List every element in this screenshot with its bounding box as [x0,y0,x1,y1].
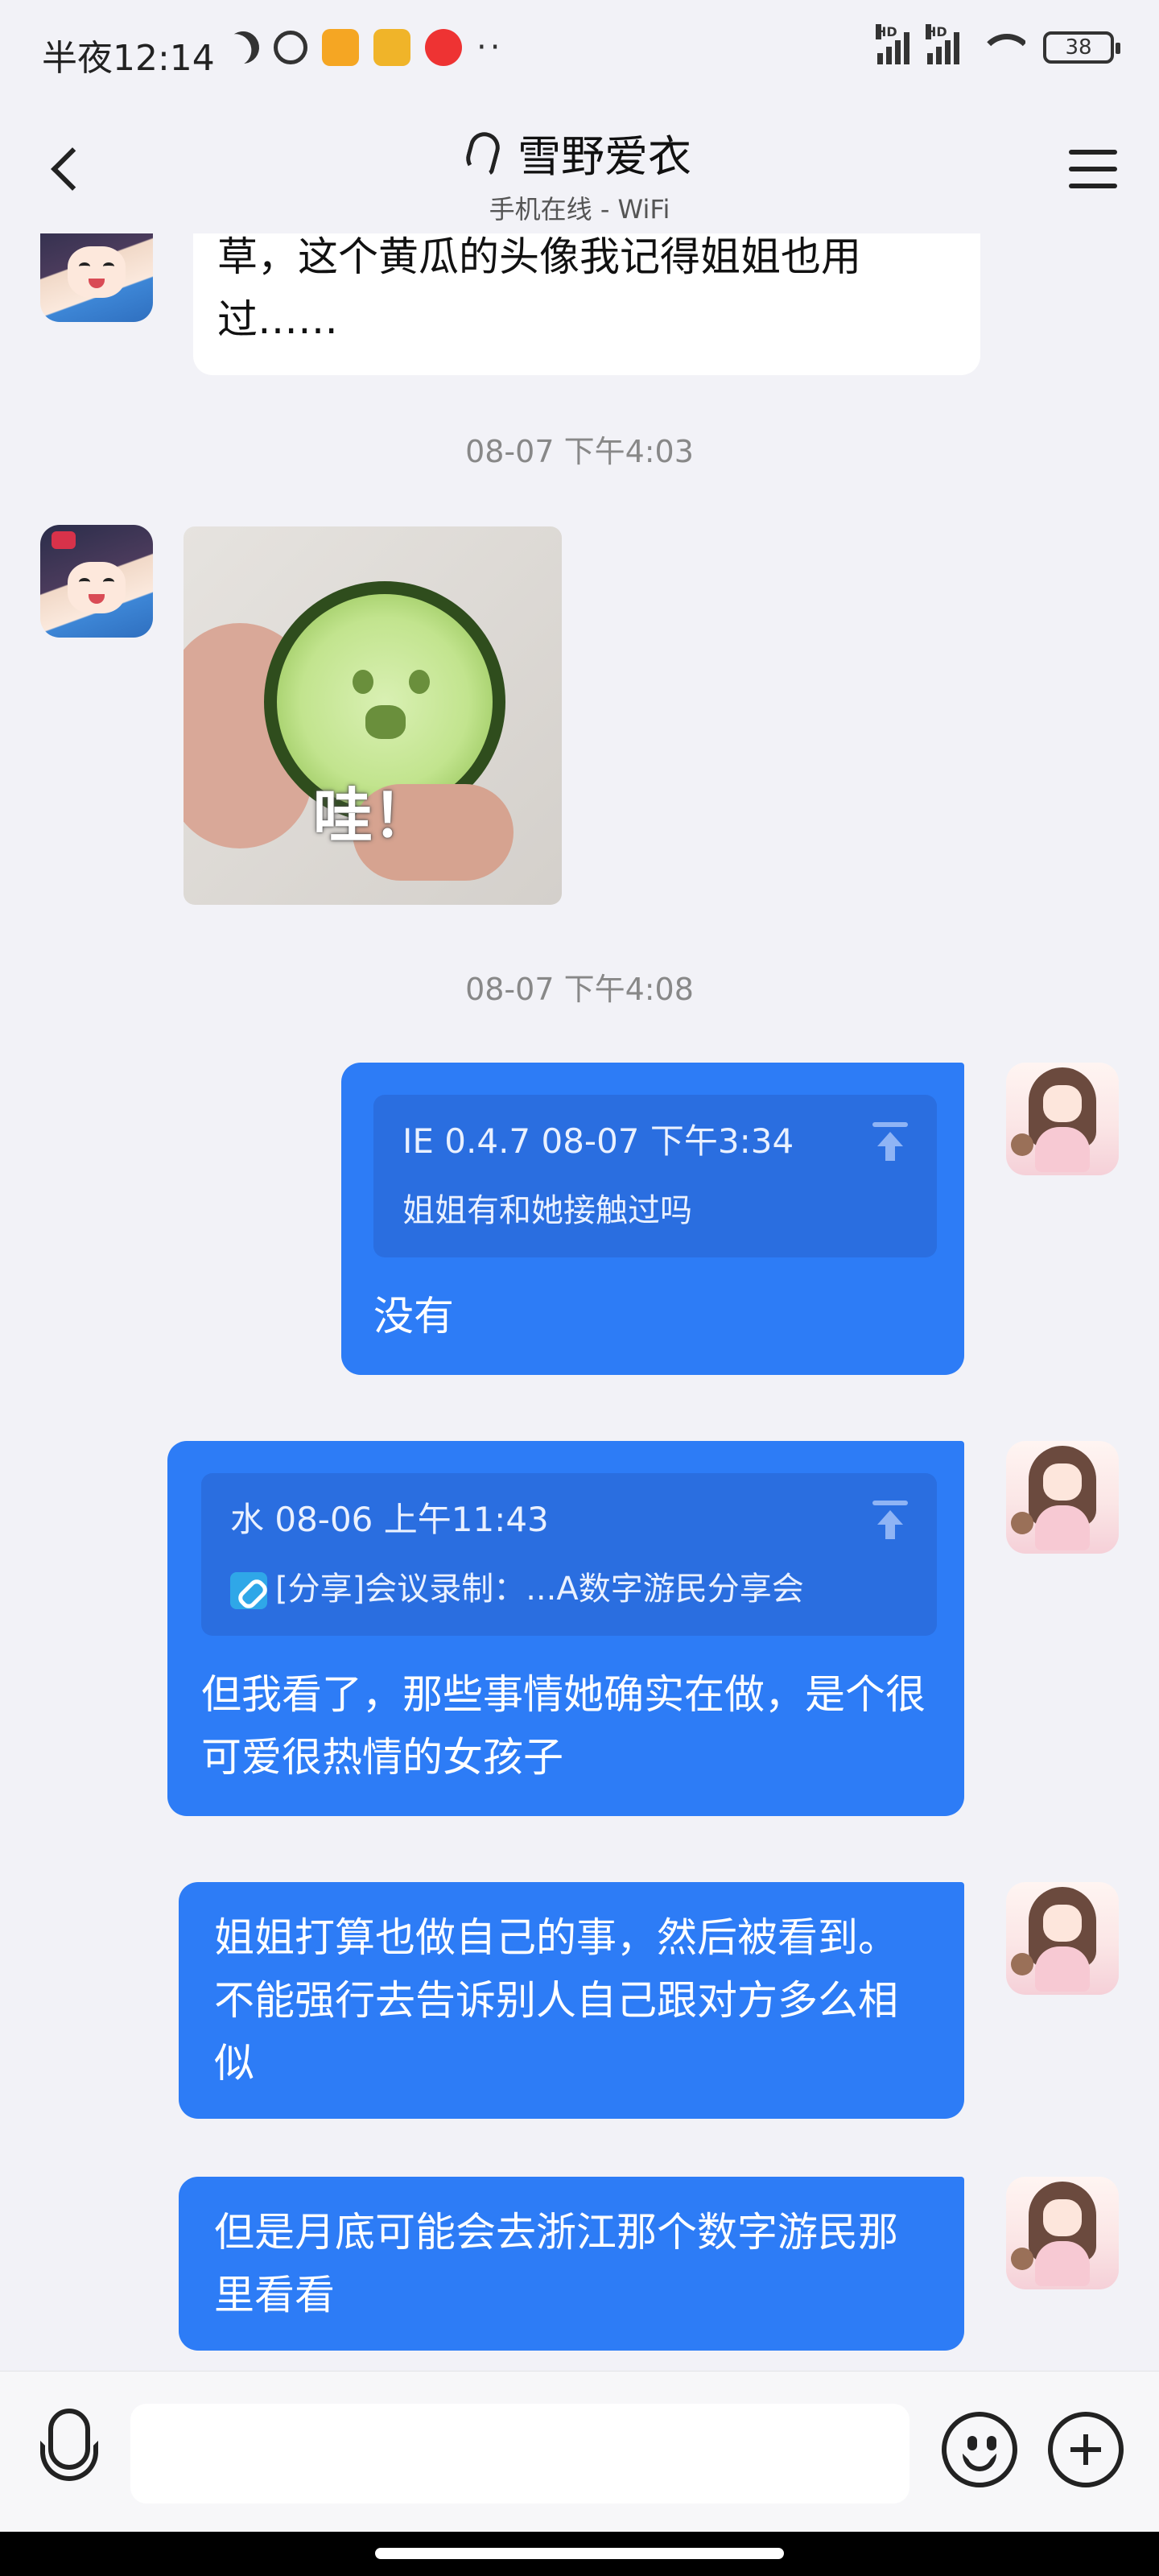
home-indicator[interactable] [375,2548,784,2559]
sticker-image[interactable]: 哇！ [184,526,562,905]
message-text: 但我看了，那些事情她确实在做，是个很可爱很热情的女孩子 [201,1671,926,1781]
contact-avatar[interactable] [40,233,153,322]
message-bubble-right[interactable]: 但是月底可能会去浙江那个数字游民那里看看 [179,2177,964,2351]
my-avatar[interactable] [1006,2177,1119,2289]
voice-button[interactable] [37,2409,101,2489]
status-bar: 半夜12:14 ·· HD HD 38 [0,0,1159,105]
status-notification-icons: ·· [227,29,503,66]
quote-sender-time: 水 08-06 上午11:43 [230,1500,549,1539]
battery-level: 38 [1065,35,1092,60]
alarm-icon [274,31,307,64]
message-bubble-right[interactable]: IE 0.4.7 08-07 下午3:34 姐姐有和她接触过吗 没有 [341,1063,964,1375]
sticker-caption: 哇！ [313,782,432,851]
message-text: 草，这个黄瓜的头像我记得姐姐也用过…… [217,233,861,343]
signal-2-icon: HD [926,24,959,64]
my-avatar[interactable] [1006,1882,1119,1995]
more-actions-button[interactable] [1048,2412,1124,2487]
message-bubble-right[interactable]: 水 08-06 上午11:43 [分享]会议录制：...A数字游民分享会 但我看… [167,1441,964,1816]
message-input[interactable] [130,2404,909,2504]
my-avatar[interactable] [1006,1063,1119,1175]
wifi-icon [977,31,1025,64]
more-notifications-indicator: ·· [476,29,504,66]
message-text: 但是月底可能会去浙江那个数字游民那里看看 [214,2209,898,2318]
chat-title: 雪野爱衣 [518,131,691,182]
battery-icon: 38 [1043,31,1120,64]
quote-text: [分享]会议录制：...A数字游民分享会 [275,1571,804,1608]
quoted-message[interactable]: IE 0.4.7 08-07 下午3:34 姐姐有和她接触过吗 [373,1095,937,1257]
emoji-button[interactable] [942,2412,1017,2487]
hamburger-menu-icon [1069,150,1117,155]
chat-header: 雪野爱衣 手机在线 - WiFi [0,105,1159,233]
chat-title-area[interactable]: 雪野爱衣 手机在线 - WiFi [0,121,1159,226]
contact-avatar[interactable] [40,525,153,638]
jump-to-original-icon[interactable] [872,1501,908,1539]
message-timestamp: 08-07 下午4:03 [465,434,694,469]
signal-1-icon: HD [876,24,909,64]
message-list[interactable]: 草，这个黄瓜的头像我记得姐姐也用过…… 08-07 下午4:03 哇！ 08-0… [0,233,1159,2367]
my-avatar[interactable] [1006,1441,1119,1554]
message-text: 没有 [373,1293,454,1340]
quote-text: 姐姐有和她接触过吗 [402,1192,692,1229]
jump-to-original-icon[interactable] [872,1122,908,1161]
link-icon [230,1572,267,1609]
status-time: 半夜12:14 [42,38,215,79]
quote-sender-time: IE 0.4.7 08-07 下午3:34 [402,1121,794,1161]
message-text: 姐姐打算也做自己的事，然后被看到。不能强行去告诉别人自己跟对方多么相似 [214,1914,898,2087]
status-system-icons: HD HD 38 [876,24,1120,64]
message-bubble-right[interactable]: 姐姐打算也做自己的事，然后被看到。不能强行去告诉别人自己跟对方多么相似 [179,1882,964,2119]
input-bar [0,2371,1159,2532]
ear-icon [462,128,504,177]
mail-notification-icon [373,29,410,66]
quoted-message[interactable]: 水 08-06 上午11:43 [分享]会议录制：...A数字游民分享会 [201,1473,937,1636]
message-bubble-left[interactable]: 草，这个黄瓜的头像我记得姐姐也用过…… [193,233,980,375]
moon-icon [221,26,266,70]
online-status: 手机在线 - WiFi [489,194,670,225]
music-notification-icon [425,29,462,66]
message-timestamp: 08-07 下午4:08 [465,972,694,1007]
system-nav-bar [0,2532,1159,2576]
menu-button[interactable] [1069,145,1117,193]
app-notification-icon [322,29,359,66]
